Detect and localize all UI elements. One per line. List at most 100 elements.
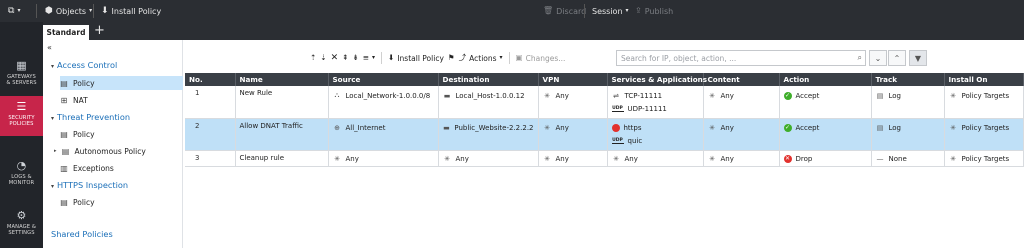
changes-button[interactable]: ▣ Changes...	[516, 54, 566, 63]
tab-strip: Standard +	[43, 22, 1024, 40]
search-prev-button[interactable]: ⌃	[888, 50, 906, 66]
rule-action[interactable]: ✓ Accept	[779, 118, 872, 151]
rule-track[interactable]: ▤ Log	[871, 86, 945, 119]
rule-track[interactable]: ▤ Log	[871, 118, 945, 151]
collapse-sections-button[interactable]: ⇞	[342, 54, 348, 62]
rule-content[interactable]: ✳ Any	[703, 118, 780, 151]
rulebase-panel: ⇡ ⇣ ✕ ⇞ ⇟ ≡ ▾ ⬇ Install Policy ⚑ ⤴ Action…	[183, 40, 1024, 248]
rule-source[interactable]: ✳ Any	[328, 150, 439, 167]
policies-icon: ☰	[16, 100, 27, 113]
any-icon: ✳	[613, 154, 619, 163]
actions-menu[interactable]: ⤴ Actions ▾	[459, 54, 503, 63]
columns-menu-button[interactable]: ≡ ▾	[363, 54, 375, 62]
rule-services[interactable]: ✳ Any	[607, 150, 704, 167]
actions-icon: ⤴	[458, 53, 467, 63]
rule-source[interactable]: ⛬ Local_Network-1.0.0.0/8	[328, 86, 439, 119]
rule-services[interactable]: https UDP quic	[607, 118, 704, 151]
expand-sections-button[interactable]: ⇟	[352, 54, 358, 62]
rule-name[interactable]: New Rule	[235, 86, 329, 119]
col-source[interactable]: Source	[328, 73, 439, 86]
table-row[interactable]: 3 Cleanup rule ✳ Any ✳ Any ✳ Any ✳ Any ✳ Any …	[185, 150, 1024, 167]
any-icon: ✳	[544, 124, 550, 132]
tab-standard[interactable]: Standard	[43, 25, 89, 40]
https-service-icon	[611, 124, 620, 132]
publish-icon: ⇪	[635, 6, 642, 15]
top-bar: ⧉ ▾ ⬢ Objects ▾ ⬇ Install Policy 🗑 Disca…	[0, 0, 1024, 22]
policy-icon: ▤	[60, 197, 68, 207]
col-vpn[interactable]: VPN	[538, 73, 608, 86]
objects-menu[interactable]: ⬢ Objects ▾	[45, 0, 92, 22]
install-policy-button[interactable]: ⬇ Install Policy	[388, 54, 444, 63]
add-tab-button[interactable]: +	[94, 23, 105, 39]
rule-source[interactable]: ⊕ All_Internet	[328, 118, 439, 151]
install-icon: ⬇	[101, 5, 109, 16]
rule-action[interactable]: ✓ Accept	[779, 86, 872, 119]
cube-icon: ⬢	[45, 5, 53, 16]
exceptions-icon: ▥	[60, 163, 68, 173]
session-menu[interactable]: Session ▾	[592, 0, 629, 22]
udp-icon: UDP	[611, 138, 624, 144]
nav-gateways-servers[interactable]: ▦ GATEWAYS & SERVERS	[0, 56, 43, 90]
rule-vpn[interactable]: ✳ Any	[538, 118, 608, 151]
rule-vpn[interactable]: ✳ Any	[538, 86, 608, 119]
close-icon: ✕	[330, 52, 339, 63]
app-menu-button[interactable]: ⧉ ▾	[8, 0, 20, 22]
delete-rule-button[interactable]: ✕	[330, 52, 339, 63]
threat-tools-button[interactable]: ⚑	[448, 54, 455, 62]
rule-install-on[interactable]: ✳ Policy Targets	[944, 118, 1024, 151]
collapse-panel-icon[interactable]: «	[47, 43, 52, 52]
tree-section-threat-prevention[interactable]: ▾ Threat Prevention	[51, 112, 130, 122]
rule-name[interactable]: Cleanup rule	[235, 150, 329, 167]
nav-manage-settings[interactable]: ⚙ MANAGE & SETTINGS	[0, 206, 43, 246]
rule-content[interactable]: ✳ Any	[703, 86, 780, 119]
rule-install-on[interactable]: ✳ Policy Targets	[944, 150, 1024, 167]
search-input[interactable]: Search for IP, object, action, ... ⌕	[616, 50, 866, 66]
table-row[interactable]: 2 Allow DNAT Traffic ⊕ All_Internet ▬ Publ…	[185, 118, 1024, 151]
any-icon: ✳	[444, 154, 450, 163]
policy-icon: ▤	[60, 129, 68, 139]
rule-install-on[interactable]: ✳ Policy Targets	[944, 86, 1024, 119]
col-services[interactable]: Services & Applications	[607, 73, 707, 86]
table-row[interactable]: 1 New Rule ⛬ Local_Network-1.0.0.0/8 ▬ Loc…	[185, 86, 1024, 119]
col-no[interactable]: No.	[185, 73, 236, 86]
rule-track[interactable]: — None	[871, 150, 945, 167]
rule-services[interactable]: ⇌ TCP-11111 UDP UDP-11111	[607, 86, 704, 119]
col-destination[interactable]: Destination	[438, 73, 539, 86]
chevron-down-icon: ⌄	[874, 53, 882, 63]
col-content[interactable]: Content	[703, 73, 780, 86]
install-policy-top-button[interactable]: ⬇ Install Policy	[101, 0, 161, 22]
col-name[interactable]: Name	[235, 73, 329, 86]
chevron-up-icon: ⌃	[893, 53, 901, 63]
add-rule-above-button[interactable]: ⇡	[310, 54, 316, 62]
rule-destination[interactable]: ✳ Any	[438, 150, 539, 167]
caret-down-icon: ▾	[51, 183, 55, 190]
nav-logs-monitor[interactable]: ◔ LOGS & MONITOR	[0, 156, 43, 190]
any-icon: ✳	[544, 91, 550, 100]
rule-name[interactable]: Allow DNAT Traffic	[235, 118, 329, 151]
rule-number: 3	[185, 150, 236, 167]
filter-button[interactable]: ▼	[909, 50, 927, 66]
tree-section-https-inspection[interactable]: ▾ HTTPS Inspection	[51, 180, 128, 190]
tree-section-access-control[interactable]: ▾ Access Control	[51, 60, 117, 70]
rulebase-toolbar: ⇡ ⇣ ✕ ⇞ ⇟ ≡ ▾ ⬇ Install Policy ⚑ ⤴ Action…	[310, 50, 565, 66]
tree-section-shared-policies[interactable]: Shared Policies	[51, 229, 113, 239]
col-install-on[interactable]: Install On	[944, 73, 1024, 86]
policy-icon: ▤	[61, 146, 70, 156]
rule-action[interactable]: ✕ Drop	[779, 150, 872, 167]
rule-content[interactable]: ✳ Any	[703, 150, 780, 167]
rule-vpn[interactable]: ✳ Any	[538, 150, 608, 167]
rule-destination[interactable]: ▬ Public_Website-2.2.2.2	[438, 118, 539, 151]
col-action[interactable]: Action	[779, 73, 872, 86]
chevron-down-icon: ▾	[17, 7, 21, 14]
nav-security-policies[interactable]: ☰ SECURITY POLICIES	[0, 96, 43, 136]
table-header: No. Name Source Destination VPN Services…	[185, 73, 1024, 86]
add-rule-below-button[interactable]: ⇣	[320, 54, 326, 62]
add-above-icon: ⇡	[310, 53, 317, 63]
col-track[interactable]: Track	[871, 73, 945, 86]
publish-button[interactable]: ⇪ Publish	[635, 0, 673, 22]
search-next-button[interactable]: ⌄	[869, 50, 887, 66]
discard-button[interactable]: 🗑 Discard	[543, 0, 586, 22]
drop-icon: ✕	[783, 154, 792, 163]
rule-destination[interactable]: ▬ Local_Host-1.0.0.12	[438, 86, 539, 119]
nat-icon: ⊞	[60, 95, 68, 105]
